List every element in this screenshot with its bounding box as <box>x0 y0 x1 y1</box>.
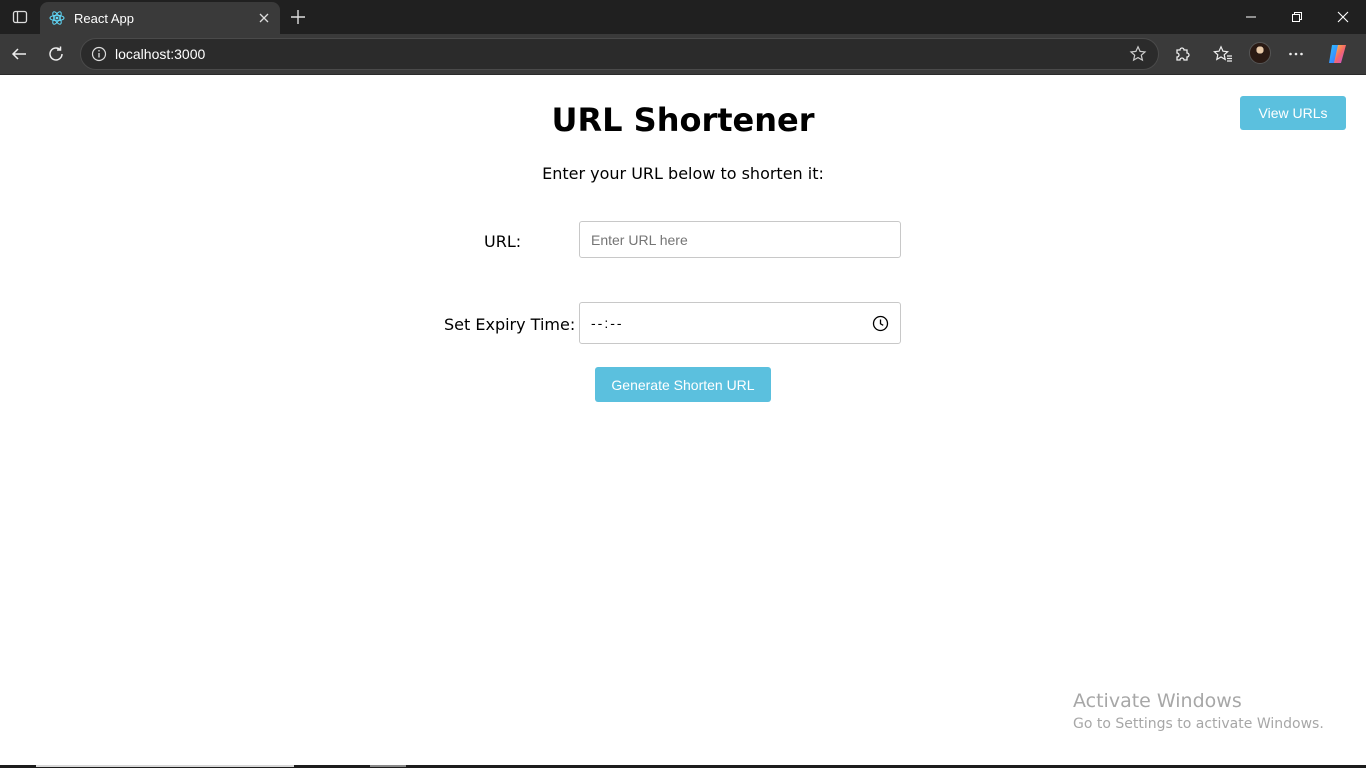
address-text[interactable]: localhost:3000 <box>115 46 1124 62</box>
copilot-icon[interactable] <box>1326 42 1350 66</box>
restore-icon[interactable] <box>1274 0 1320 34</box>
browser-toolbar: localhost:3000 <box>0 34 1366 75</box>
clock-icon[interactable] <box>871 314 889 332</box>
tab-actions-icon[interactable] <box>8 5 32 29</box>
address-bar[interactable]: localhost:3000 <box>80 38 1159 70</box>
minimize-icon[interactable] <box>1228 0 1274 34</box>
page-content: View URLs URL Shortener Enter your URL b… <box>0 75 1366 768</box>
browser-tab[interactable]: React App <box>40 2 280 34</box>
new-tab-button[interactable] <box>285 4 311 30</box>
generate-short-url-button[interactable]: Generate Shorten URL <box>595 367 771 402</box>
more-icon[interactable] <box>1281 40 1311 68</box>
close-tab-icon[interactable] <box>252 6 276 30</box>
expiry-time-value: --:-- <box>591 315 624 331</box>
page-title: URL Shortener <box>551 101 815 139</box>
expiry-time-input[interactable]: --:-- <box>579 302 901 344</box>
taskbar-indicator <box>370 765 406 767</box>
favorites-icon[interactable] <box>1208 40 1238 68</box>
react-icon <box>48 9 66 27</box>
back-arrow-icon[interactable] <box>4 40 34 68</box>
url-placeholder: Enter URL here <box>591 231 688 248</box>
windows-activation-watermark: Activate Windows Go to Settings to activ… <box>1073 689 1324 735</box>
taskbar-indicator <box>36 765 294 767</box>
expiry-label: Set Expiry Time: <box>444 315 576 334</box>
url-input[interactable]: Enter URL here <box>579 221 901 258</box>
close-window-icon[interactable] <box>1320 0 1366 34</box>
watermark-subtitle: Go to Settings to activate Windows. <box>1073 716 1324 732</box>
watermark-title: Activate Windows <box>1073 690 1242 712</box>
star-icon[interactable] <box>1124 40 1152 68</box>
info-icon[interactable] <box>89 44 109 64</box>
tab-title: React App <box>74 10 134 26</box>
puzzle-icon[interactable] <box>1168 40 1198 68</box>
avatar[interactable] <box>1249 42 1271 64</box>
browser-tab-bar: React App <box>0 0 1366 34</box>
refresh-icon[interactable] <box>41 40 71 68</box>
url-label: URL: <box>484 232 522 251</box>
page-subtitle: Enter your URL below to shorten it: <box>542 164 824 183</box>
